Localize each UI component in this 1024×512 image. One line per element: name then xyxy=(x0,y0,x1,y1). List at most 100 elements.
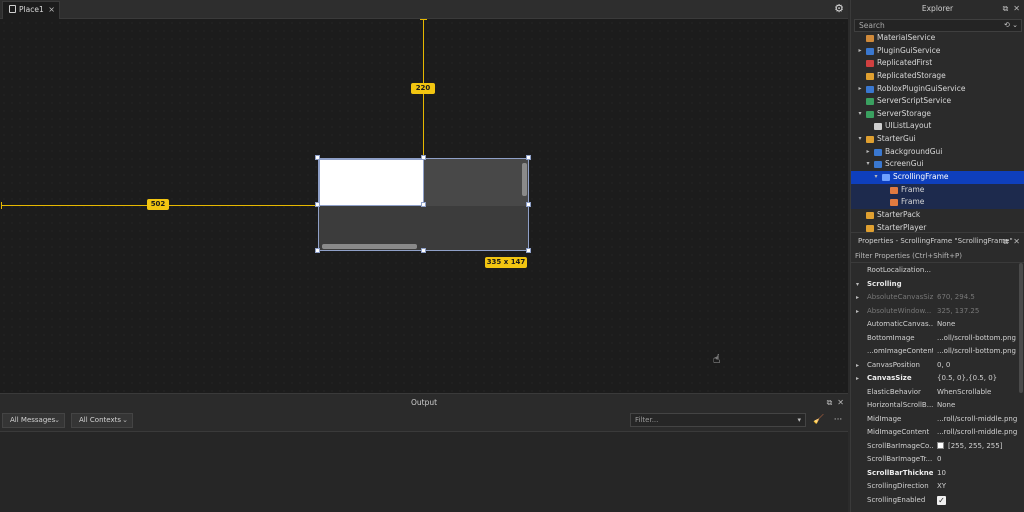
property-row[interactable]: ...omImageContent ...oll/scroll-bottom.pn… xyxy=(851,345,1024,359)
property-row[interactable]: AutomaticCanvas... None xyxy=(851,318,1024,332)
more-options-button[interactable]: ··· xyxy=(832,414,844,426)
contexts-filter-dropdown[interactable]: All Contexts ⌄ xyxy=(71,413,133,428)
property-value[interactable]: ...oll/scroll-bottom.png xyxy=(937,345,1022,359)
explorer-item[interactable]: ReplicatedStorage xyxy=(851,70,1024,83)
close-icon[interactable]: ✕ xyxy=(1013,233,1020,250)
property-row[interactable]: BottomImage ...oll/scroll-bottom.png xyxy=(851,332,1024,346)
explorer-item[interactable]: MaterialService xyxy=(851,32,1024,45)
property-value[interactable]: 0, 0 xyxy=(937,359,1022,373)
resize-handle-top-right[interactable] xyxy=(526,155,531,160)
property-row[interactable]: ▸ CanvasSize {0.5, 0},{0.5, 0} xyxy=(851,372,1024,386)
property-value[interactable]: None xyxy=(937,318,1022,332)
property-row[interactable]: RootLocalization... xyxy=(851,264,1024,278)
color-swatch[interactable] xyxy=(937,441,944,449)
resize-handle-left[interactable] xyxy=(315,202,320,207)
resize-handle-top[interactable] xyxy=(421,155,426,160)
explorer-search-input[interactable]: Search ⟲ ⌄ xyxy=(854,19,1022,32)
horizontal-scrollbar[interactable] xyxy=(322,244,417,249)
property-row[interactable]: ScrollBarImageTr... 0 xyxy=(851,453,1024,467)
property-value[interactable]: 0 xyxy=(937,453,1022,467)
property-value[interactable]: ...oll/scroll-bottom.png xyxy=(937,332,1022,346)
property-row[interactable]: MidImageContent ...roll/scroll-middle.png xyxy=(851,426,1024,440)
chevron-right-icon[interactable]: ▸ xyxy=(856,359,859,373)
undock-icon[interactable]: ⧉ xyxy=(827,394,833,411)
property-value[interactable]: XY xyxy=(937,480,1022,494)
property-value[interactable]: 10 xyxy=(937,467,1022,481)
undock-icon[interactable]: ⧉ xyxy=(1003,0,1009,18)
explorer-item[interactable]: ▸ RobloxPluginGuiService xyxy=(851,83,1024,96)
tab-place1[interactable]: Place1 × xyxy=(2,1,60,19)
close-icon[interactable]: ✕ xyxy=(1013,0,1020,18)
close-icon[interactable]: ✕ xyxy=(837,394,844,411)
checkbox[interactable]: ✓ xyxy=(937,495,946,505)
output-filter-input[interactable]: Filter... ▾ xyxy=(630,413,806,427)
property-row[interactable]: ScrollBarImageCo... [255, 255, 255] xyxy=(851,440,1024,454)
clear-output-icon[interactable]: 🧹 xyxy=(813,414,825,426)
undock-icon[interactable]: ⧉ xyxy=(1003,233,1009,250)
chevron-right-icon[interactable]: ▸ xyxy=(856,305,859,319)
property-section-header[interactable]: ▾ Scrolling xyxy=(851,278,1024,292)
explorer-item[interactable]: Frame xyxy=(851,183,1024,197)
property-row[interactable]: ScrollingDirection XY xyxy=(851,480,1024,494)
chevron-down-icon[interactable]: ▾ xyxy=(872,171,880,184)
chevron-right-icon[interactable]: ▸ xyxy=(856,45,864,58)
property-value[interactable]: ...roll/scroll-middle.png xyxy=(937,426,1022,440)
property-value[interactable]: ...roll/scroll-middle.png xyxy=(937,413,1022,427)
explorer-item[interactable]: ▾ ServerStorage xyxy=(851,108,1024,121)
resize-handle-bottom[interactable] xyxy=(421,248,426,253)
gear-icon[interactable]: ⚙ xyxy=(833,3,845,15)
explorer-item[interactable]: ▸ BackgroundGui xyxy=(851,146,1024,159)
chevron-down-icon[interactable]: ▾ xyxy=(864,158,872,171)
explorer-item-label: BackgroundGui xyxy=(885,146,943,156)
white-frame[interactable] xyxy=(319,159,424,206)
explorer-item[interactable]: ▾ ScrollingFrame xyxy=(851,171,1024,184)
properties-scrollbar[interactable] xyxy=(1019,263,1023,393)
vertical-scrollbar[interactable] xyxy=(522,163,527,196)
properties-list: RootLocalization... ▾ Scrolling ▸ AbsoluteCa… xyxy=(851,264,1024,512)
explorer-item[interactable]: StarterPack xyxy=(851,209,1024,222)
explorer-item[interactable]: ▸ PluginGuiService xyxy=(851,45,1024,58)
property-value[interactable]: None xyxy=(937,399,1022,413)
instance-icon xyxy=(882,174,890,182)
design-canvas[interactable]: 502 220 335 x 147 ☝ xyxy=(0,19,848,392)
properties-filter-input[interactable]: Filter Properties (Ctrl+Shift+P) xyxy=(851,250,1024,263)
history-icon[interactable]: ⟲ ⌄ xyxy=(1004,20,1018,31)
property-value[interactable]: [255, 255, 255] xyxy=(937,440,1022,454)
search-placeholder: Search xyxy=(859,21,885,30)
property-value[interactable]: 325, 137.25 xyxy=(937,305,1022,319)
property-value[interactable]: ✓ xyxy=(937,494,1022,508)
property-value[interactable]: WhenScrollable xyxy=(937,386,1022,400)
property-row[interactable]: MidImage ...roll/scroll-middle.png xyxy=(851,413,1024,427)
property-row[interactable]: ▸ AbsoluteCanvasSize 670, 294.5 xyxy=(851,291,1024,305)
property-row[interactable]: ScrollingEnabled ✓ xyxy=(851,494,1024,508)
chevron-down-icon[interactable]: ▾ xyxy=(856,278,859,292)
resize-handle-top-left[interactable] xyxy=(315,155,320,160)
explorer-item[interactable]: ▾ StarterGui xyxy=(851,133,1024,146)
instance-icon xyxy=(866,60,874,68)
chevron-down-icon[interactable]: ▾ xyxy=(856,133,864,146)
resize-handle-bottom-right[interactable] xyxy=(526,248,531,253)
explorer-item[interactable]: Frame xyxy=(851,196,1024,209)
close-tab-icon[interactable]: × xyxy=(48,2,55,18)
property-value[interactable]: 670, 294.5 xyxy=(937,291,1022,305)
property-row[interactable]: ▸ AbsoluteWindow... 325, 137.25 xyxy=(851,305,1024,319)
explorer-item[interactable]: ReplicatedFirst xyxy=(851,57,1024,70)
messages-filter-dropdown[interactable]: All Messages ⌄ xyxy=(2,413,65,428)
explorer-item[interactable]: ServerScriptService xyxy=(851,95,1024,108)
explorer-item[interactable]: UIListLayout xyxy=(851,120,1024,133)
chevron-right-icon[interactable]: ▸ xyxy=(856,83,864,96)
resize-handle-right[interactable] xyxy=(526,202,531,207)
chevron-right-icon[interactable]: ▸ xyxy=(856,372,859,386)
property-row[interactable]: ScrollBarThickness 10 xyxy=(851,467,1024,481)
property-value[interactable]: {0.5, 0},{0.5, 0} xyxy=(937,372,1022,386)
explorer-item[interactable]: ▾ ScreenGui xyxy=(851,158,1024,171)
resize-handle-inner[interactable] xyxy=(421,202,426,207)
property-row[interactable]: ▸ CanvasPosition 0, 0 xyxy=(851,359,1024,373)
property-row[interactable]: ElasticBehavior WhenScrollable xyxy=(851,386,1024,400)
resize-handle-bottom-left[interactable] xyxy=(315,248,320,253)
property-row[interactable]: HorizontalScrollB... None xyxy=(851,399,1024,413)
chevron-right-icon[interactable]: ▸ xyxy=(856,291,859,305)
chevron-down-icon[interactable]: ▾ xyxy=(856,108,864,121)
output-log-area[interactable] xyxy=(0,431,848,512)
chevron-right-icon[interactable]: ▸ xyxy=(864,146,872,159)
